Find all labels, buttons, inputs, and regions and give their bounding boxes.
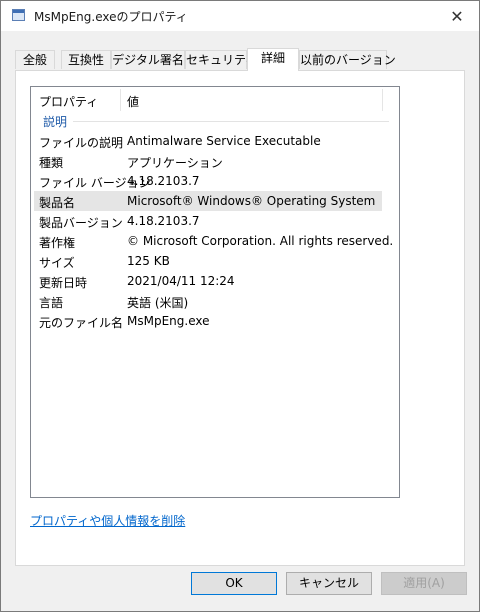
- property-name: 製品バージョン: [39, 216, 123, 230]
- property-value: 4.18.2103.7: [127, 174, 200, 188]
- cancel-button[interactable]: キャンセル: [286, 572, 372, 595]
- column-divider[interactable]: [120, 89, 121, 111]
- tab-label: 互換性: [67, 53, 104, 67]
- properties-dialog: MsMpEng.exeのプロパティ ✕ 全般 互換性 デジタル署名 セキュリティ…: [0, 0, 480, 612]
- tab-label: 以前のバージョン: [300, 53, 396, 67]
- property-value: 4.18.2103.7: [127, 214, 200, 228]
- property-value: © Microsoft Corporation. All rights rese…: [127, 234, 394, 248]
- property-name: 元のファイル名: [39, 316, 124, 330]
- property-value: アプリケーション: [127, 156, 223, 170]
- property-name: 種類: [39, 156, 64, 170]
- group-label: 説明: [43, 115, 68, 129]
- tab-label: デジタル署名: [112, 53, 184, 67]
- properties-list[interactable]: プロパティ 値 説明 ファイルの説明 Antimalware Service E…: [30, 86, 400, 498]
- list-item[interactable]: ファイル バージョン 4.18.2103.7: [31, 171, 399, 191]
- column-header-property[interactable]: プロパティ: [39, 93, 98, 110]
- list-item-selected[interactable]: 製品名 Microsoft® Windows® Operating System: [31, 191, 399, 211]
- tab-general[interactable]: 全般: [15, 50, 55, 69]
- column-header-value[interactable]: 値: [127, 93, 139, 110]
- close-button[interactable]: ✕: [439, 5, 475, 29]
- property-name: ファイルの説明: [39, 136, 124, 150]
- list-item[interactable]: 元のファイル名 MsMpEng.exe: [31, 311, 399, 331]
- list-item[interactable]: ファイルの説明 Antimalware Service Executable: [31, 131, 399, 151]
- tab-details[interactable]: 詳細: [247, 48, 299, 71]
- property-value: 125 KB: [127, 254, 170, 268]
- list-header: プロパティ 値: [31, 87, 399, 112]
- property-value: 2021/04/11 12:24: [127, 274, 235, 288]
- tab-label: 詳細: [260, 51, 285, 65]
- remove-properties-link[interactable]: プロパティや個人情報を削除: [30, 512, 185, 529]
- title-bar[interactable]: MsMpEng.exeのプロパティ ✕: [1, 1, 479, 31]
- tab-strip: 全般 互換性 デジタル署名 セキュリティ 詳細 以前のバージョン: [15, 48, 465, 71]
- tab-label: 全般: [22, 53, 47, 67]
- property-name: 更新日時: [39, 276, 88, 290]
- property-name: 製品名: [39, 196, 76, 210]
- property-value: Microsoft® Windows® Operating System: [127, 194, 376, 208]
- group-divider: [73, 121, 389, 122]
- list-item[interactable]: サイズ 125 KB: [31, 251, 399, 271]
- property-name: 著作権: [39, 236, 76, 250]
- list-item[interactable]: 更新日時 2021/04/11 12:24: [31, 271, 399, 291]
- property-name: 言語: [39, 296, 64, 310]
- list-item[interactable]: 言語 英語 (米国): [31, 291, 399, 311]
- property-value: 英語 (米国): [127, 296, 189, 310]
- group-header-description: 説明: [31, 112, 399, 129]
- column-divider[interactable]: [382, 89, 383, 111]
- tab-security[interactable]: セキュリティ: [185, 50, 257, 69]
- tab-digital-signatures[interactable]: デジタル署名: [111, 50, 185, 69]
- list-item[interactable]: 著作権 © Microsoft Corporation. All rights …: [31, 231, 399, 251]
- details-panel: プロパティ 値 説明 ファイルの説明 Antimalware Service E…: [15, 70, 465, 566]
- tab-compatibility[interactable]: 互換性: [61, 50, 111, 69]
- ok-button[interactable]: OK: [191, 572, 277, 595]
- list-item[interactable]: 製品バージョン 4.18.2103.7: [31, 211, 399, 231]
- property-value: MsMpEng.exe: [127, 314, 210, 328]
- apply-button[interactable]: 適用(A): [381, 572, 467, 595]
- window-properties-icon: [12, 9, 25, 21]
- window-title: MsMpEng.exeのプロパティ: [34, 10, 188, 24]
- list-item[interactable]: 種類 アプリケーション: [31, 151, 399, 171]
- close-icon: ✕: [450, 7, 464, 26]
- tab-previous-versions[interactable]: 以前のバージョン: [299, 50, 396, 69]
- property-name: サイズ: [39, 256, 75, 270]
- property-value: Antimalware Service Executable: [127, 134, 321, 148]
